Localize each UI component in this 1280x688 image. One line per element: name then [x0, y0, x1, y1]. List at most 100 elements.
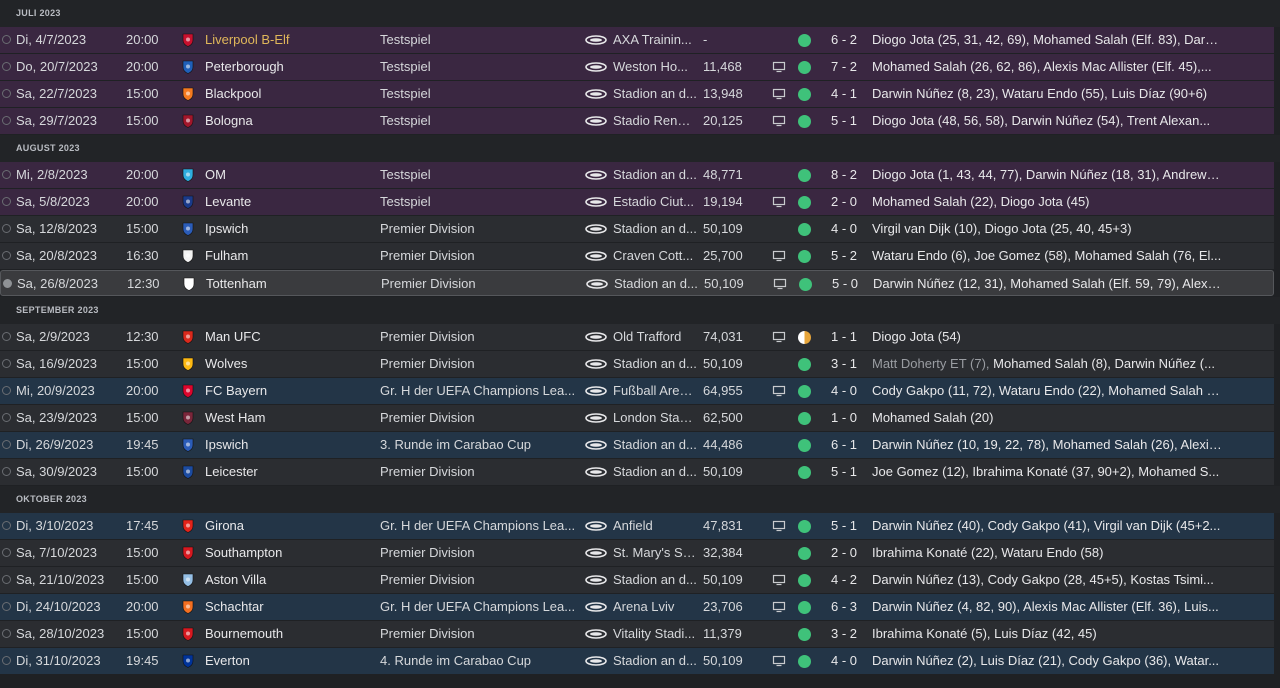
- fixture-row[interactable]: Sa, 30/9/2023 15:00 Leicester Premier Divis…: [0, 459, 1274, 485]
- opponent-link[interactable]: Ipswich: [205, 216, 375, 242]
- fixture-row[interactable]: Sa, 26/8/2023 12:30 Tottenham Premier Divis…: [0, 270, 1274, 296]
- fixture-row[interactable]: Di, 4/7/2023 20:00 Liverpool B-Elf Testspie…: [0, 27, 1274, 53]
- venue-link[interactable]: Anfield: [613, 513, 697, 539]
- opponent-link[interactable]: Levante: [205, 189, 375, 215]
- opponent-link[interactable]: Everton: [205, 648, 375, 674]
- venue-link[interactable]: Stadion an d...: [613, 567, 697, 593]
- match-score-link[interactable]: 1 - 1: [820, 324, 868, 350]
- match-score-link[interactable]: 6 - 1: [820, 432, 868, 458]
- match-score-link[interactable]: 7 - 2: [820, 54, 868, 80]
- competition-link[interactable]: Testspiel: [380, 162, 580, 188]
- opponent-link[interactable]: West Ham: [205, 405, 375, 431]
- venue-link[interactable]: Weston Ho...: [613, 54, 697, 80]
- venue-link[interactable]: Stadion an d...: [613, 216, 697, 242]
- venue-link[interactable]: Stadion an d...: [613, 648, 697, 674]
- match-score-link[interactable]: 2 - 0: [820, 189, 868, 215]
- opponent-link[interactable]: Ipswich: [205, 432, 375, 458]
- fixture-row[interactable]: Di, 26/9/2023 19:45 Ipswich 3. Runde im Car…: [0, 432, 1274, 458]
- competition-link[interactable]: Premier Division: [380, 324, 580, 350]
- competition-link[interactable]: Gr. H der UEFA Champions Lea...: [380, 513, 580, 539]
- fixture-row[interactable]: Di, 3/10/2023 17:45 Girona Gr. H der UEFA C…: [0, 513, 1274, 539]
- opponent-link[interactable]: Peterborough: [205, 54, 375, 80]
- venue-link[interactable]: Estadio Ciut...: [613, 189, 697, 215]
- opponent-link[interactable]: Man UFC: [205, 324, 375, 350]
- venue-link[interactable]: London Stad...: [613, 405, 697, 431]
- opponent-link[interactable]: Leicester: [205, 459, 375, 485]
- fixture-row[interactable]: Sa, 23/9/2023 15:00 West Ham Premier Divisi…: [0, 405, 1274, 431]
- venue-link[interactable]: Old Trafford: [613, 324, 697, 350]
- fixture-row[interactable]: Do, 20/7/2023 20:00 Peterborough Testspiel W…: [0, 54, 1274, 80]
- opponent-link[interactable]: Fulham: [205, 243, 375, 269]
- venue-link[interactable]: Stadion an d...: [613, 459, 697, 485]
- competition-link[interactable]: Testspiel: [380, 54, 580, 80]
- venue-link[interactable]: AXA Trainin...: [613, 27, 697, 53]
- match-score-link[interactable]: 3 - 1: [820, 351, 868, 377]
- opponent-link[interactable]: Aston Villa: [205, 567, 375, 593]
- competition-link[interactable]: Premier Division: [380, 243, 580, 269]
- venue-link[interactable]: Stadion an d...: [613, 81, 697, 107]
- match-score-link[interactable]: 5 - 0: [821, 271, 869, 297]
- fixture-row[interactable]: Sa, 21/10/2023 15:00 Aston Villa Premier Di…: [0, 567, 1274, 593]
- competition-link[interactable]: Premier Division: [380, 540, 580, 566]
- venue-link[interactable]: Stadion an d...: [613, 351, 697, 377]
- venue-link[interactable]: St. Mary's St...: [613, 540, 697, 566]
- competition-link[interactable]: 4. Runde im Carabao Cup: [380, 648, 580, 674]
- competition-link[interactable]: Testspiel: [380, 27, 580, 53]
- opponent-link[interactable]: Bologna: [205, 108, 375, 134]
- match-score-link[interactable]: 4 - 2: [820, 567, 868, 593]
- fixture-row[interactable]: Sa, 5/8/2023 20:00 Levante Testspiel Estadio…: [0, 189, 1274, 215]
- venue-link[interactable]: Arena Lviv: [613, 594, 697, 620]
- venue-link[interactable]: Vitality Stadi...: [613, 621, 697, 647]
- fixture-row[interactable]: Di, 31/10/2023 19:45 Everton 4. Runde im Ca…: [0, 648, 1274, 674]
- opponent-link[interactable]: OM: [205, 162, 375, 188]
- venue-link[interactable]: Stadion an d...: [613, 162, 697, 188]
- match-score-link[interactable]: 5 - 2: [820, 243, 868, 269]
- competition-link[interactable]: 3. Runde im Carabao Cup: [380, 432, 580, 458]
- match-score-link[interactable]: 6 - 3: [820, 594, 868, 620]
- competition-link[interactable]: Gr. H der UEFA Champions Lea...: [380, 378, 580, 404]
- opponent-link[interactable]: Girona: [205, 513, 375, 539]
- venue-link[interactable]: Stadion an d...: [613, 432, 697, 458]
- competition-link[interactable]: Testspiel: [380, 189, 580, 215]
- match-score-link[interactable]: 1 - 0: [820, 405, 868, 431]
- competition-link[interactable]: Gr. H der UEFA Champions Lea...: [380, 594, 580, 620]
- fixture-row[interactable]: Mi, 2/8/2023 20:00 OM Testspiel Stadion an d…: [0, 162, 1274, 188]
- match-score-link[interactable]: 3 - 2: [820, 621, 868, 647]
- fixture-row[interactable]: Sa, 20/8/2023 16:30 Fulham Premier Division…: [0, 243, 1274, 269]
- match-score-link[interactable]: 4 - 0: [820, 648, 868, 674]
- competition-link[interactable]: Premier Division: [380, 351, 580, 377]
- opponent-link[interactable]: Bournemouth: [205, 621, 375, 647]
- match-score-link[interactable]: 2 - 0: [820, 540, 868, 566]
- venue-link[interactable]: Stadion an d...: [614, 271, 698, 297]
- fixture-row[interactable]: Sa, 12/8/2023 15:00 Ipswich Premier Divisio…: [0, 216, 1274, 242]
- competition-link[interactable]: Premier Division: [380, 567, 580, 593]
- fixture-row[interactable]: Sa, 29/7/2023 15:00 Bologna Testspiel Stadio…: [0, 108, 1274, 134]
- competition-link[interactable]: Premier Division: [381, 271, 581, 297]
- opponent-link[interactable]: Southampton: [205, 540, 375, 566]
- competition-link[interactable]: Premier Division: [380, 621, 580, 647]
- fixture-row[interactable]: Sa, 22/7/2023 15:00 Blackpool Testspiel Stad…: [0, 81, 1274, 107]
- match-score-link[interactable]: 4 - 0: [820, 216, 868, 242]
- fixture-row[interactable]: Sa, 16/9/2023 15:00 Wolves Premier Division…: [0, 351, 1274, 377]
- venue-link[interactable]: Craven Cott...: [613, 243, 697, 269]
- competition-link[interactable]: Testspiel: [380, 81, 580, 107]
- competition-link[interactable]: Testspiel: [380, 108, 580, 134]
- competition-link[interactable]: Premier Division: [380, 216, 580, 242]
- opponent-link[interactable]: FC Bayern: [205, 378, 375, 404]
- competition-link[interactable]: Premier Division: [380, 405, 580, 431]
- opponent-link[interactable]: Liverpool B-Elf: [205, 27, 375, 53]
- match-score-link[interactable]: 5 - 1: [820, 459, 868, 485]
- opponent-link[interactable]: Schachtar: [205, 594, 375, 620]
- fixture-row[interactable]: Di, 24/10/2023 20:00 Schachtar Gr. H der UE…: [0, 594, 1274, 620]
- opponent-link[interactable]: Wolves: [205, 351, 375, 377]
- opponent-link[interactable]: Blackpool: [205, 81, 375, 107]
- match-score-link[interactable]: 5 - 1: [820, 513, 868, 539]
- competition-link[interactable]: Premier Division: [380, 459, 580, 485]
- match-score-link[interactable]: 4 - 1: [820, 81, 868, 107]
- venue-link[interactable]: Stadio Renat...: [613, 108, 697, 134]
- match-score-link[interactable]: 6 - 2: [820, 27, 868, 53]
- venue-link[interactable]: Fußball Aren...: [613, 378, 697, 404]
- opponent-link[interactable]: Tottenham: [206, 271, 376, 297]
- fixture-row[interactable]: Sa, 2/9/2023 12:30 Man UFC Premier Division…: [0, 324, 1274, 350]
- match-score-link[interactable]: 8 - 2: [820, 162, 868, 188]
